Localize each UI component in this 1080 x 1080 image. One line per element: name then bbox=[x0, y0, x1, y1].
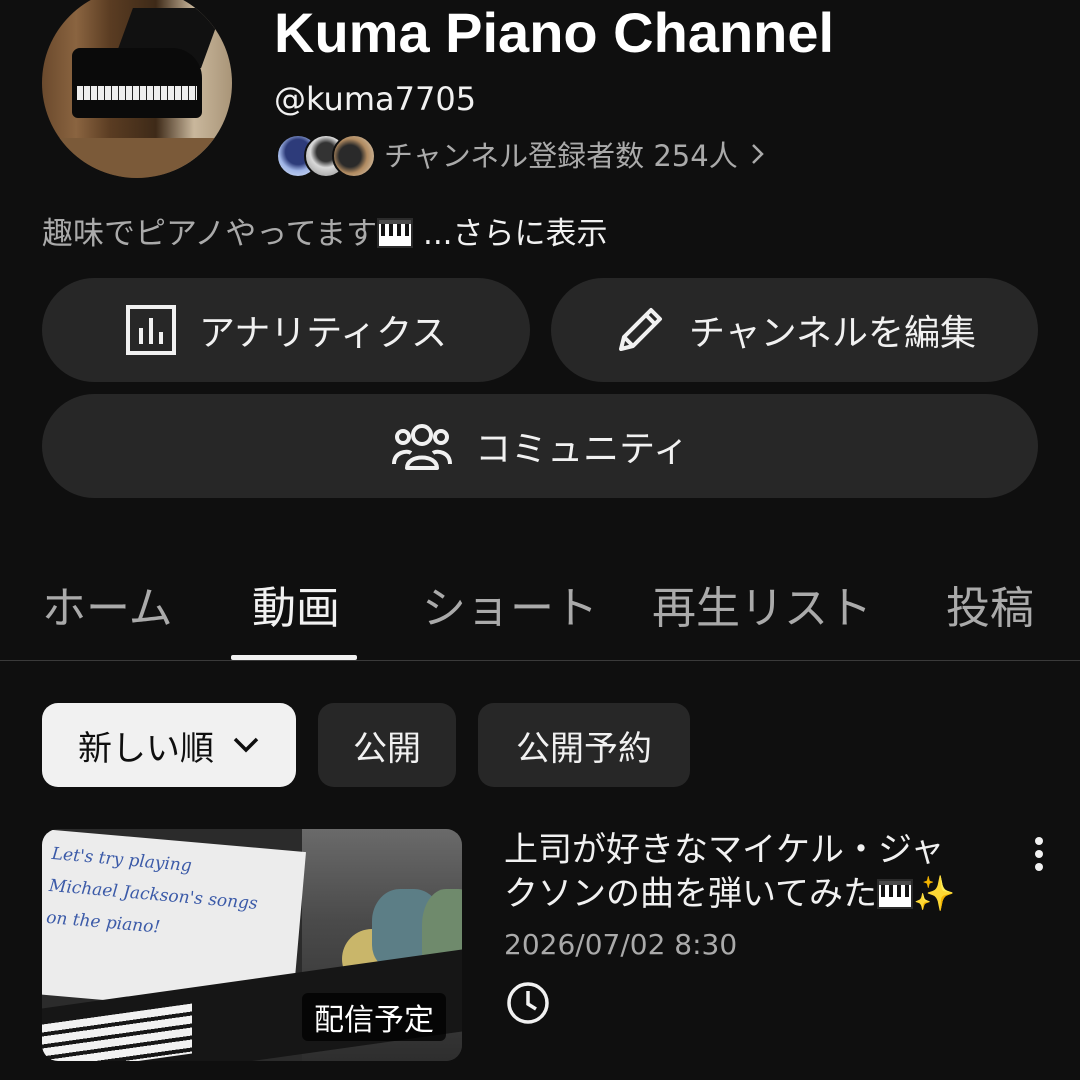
channel-description[interactable]: 趣味でピアノやってます ...さらに表示 bbox=[42, 208, 608, 253]
analytics-label: アナリティクス bbox=[198, 313, 448, 354]
filter-public-chip[interactable]: 公開 bbox=[318, 703, 456, 787]
tab-posts[interactable]: 投稿 bbox=[946, 572, 1034, 636]
chevron-right-icon bbox=[751, 144, 764, 164]
bar-chart-icon bbox=[125, 305, 176, 355]
sparkles-icon: ✨ bbox=[912, 874, 956, 914]
whiteboard-text: Let's try playing Michael Jackson's song… bbox=[45, 838, 292, 955]
piano-emoji-icon bbox=[377, 218, 414, 248]
video-title-line: 上司が好きなマイケル・ジャ bbox=[504, 830, 945, 870]
piano-emoji-icon bbox=[876, 879, 913, 909]
subscribers-row[interactable]: チャンネル登録者数 254人 bbox=[276, 130, 766, 178]
tab-playlists[interactable]: 再生リスト bbox=[652, 572, 872, 636]
channel-avatar[interactable] bbox=[42, 0, 232, 178]
video-title-line-2: クソンの曲を弾いてみた ✨ bbox=[504, 872, 1004, 916]
edit-channel-label: チャンネルを編集 bbox=[689, 313, 976, 354]
filter-scheduled-chip[interactable]: 公開予約 bbox=[478, 703, 690, 787]
sort-label: 新しい順 bbox=[78, 728, 214, 769]
pencil-icon bbox=[619, 308, 663, 351]
channel-tabs: ホーム 動画 ショート 再生リスト 投稿 bbox=[0, 560, 1080, 660]
filter-public-label: 公開 bbox=[353, 728, 421, 769]
analytics-button[interactable]: アナリティクス bbox=[42, 278, 530, 382]
avatar-piano-keys bbox=[77, 86, 197, 100]
edit-channel-button[interactable]: チャンネルを編集 bbox=[551, 278, 1038, 382]
channel-page: Kuma Piano Channel @kuma7705 チャンネル登録者数 2… bbox=[0, 0, 1080, 1080]
avatar-floor bbox=[42, 138, 232, 178]
avatar-piano bbox=[72, 48, 202, 118]
filter-scheduled-label: 公開予約 bbox=[516, 728, 652, 769]
video-title[interactable]: 上司が好きなマイケル・ジャ クソンの曲を弾いてみた ✨ bbox=[504, 828, 1004, 916]
people-icon bbox=[392, 424, 453, 470]
channel-name: Kuma Piano Channel bbox=[274, 1, 835, 64]
sort-dropdown[interactable]: 新しい順 bbox=[42, 703, 296, 787]
tab-shorts[interactable]: ショート bbox=[422, 572, 598, 636]
tab-videos[interactable]: 動画 bbox=[252, 572, 340, 636]
tabs-divider bbox=[0, 660, 1080, 661]
scheduled-badge: 配信予定 bbox=[302, 993, 446, 1041]
subscriber-avatar bbox=[332, 134, 376, 178]
subscriber-count: チャンネル登録者数 254人 bbox=[384, 139, 738, 173]
tab-home[interactable]: ホーム bbox=[42, 572, 173, 636]
channel-handle: @kuma7705 bbox=[274, 80, 477, 118]
community-label: コミュニティ bbox=[475, 429, 689, 470]
video-thumbnail[interactable]: Let's try playing Michael Jackson's song… bbox=[42, 829, 462, 1061]
description-text: 趣味でピアノやってます bbox=[42, 216, 378, 252]
more-vert-icon[interactable] bbox=[1028, 835, 1050, 875]
subscriber-avatars bbox=[276, 132, 376, 178]
video-title-text: クソンの曲を弾いてみた bbox=[504, 874, 877, 914]
show-more-link[interactable]: ...さらに表示 bbox=[413, 216, 608, 252]
video-schedule-date: 2026/07/02 8:30 bbox=[504, 928, 738, 961]
chevron-down-icon bbox=[233, 737, 259, 753]
clock-icon bbox=[507, 982, 549, 1024]
community-button[interactable]: コミュニティ bbox=[42, 394, 1038, 498]
